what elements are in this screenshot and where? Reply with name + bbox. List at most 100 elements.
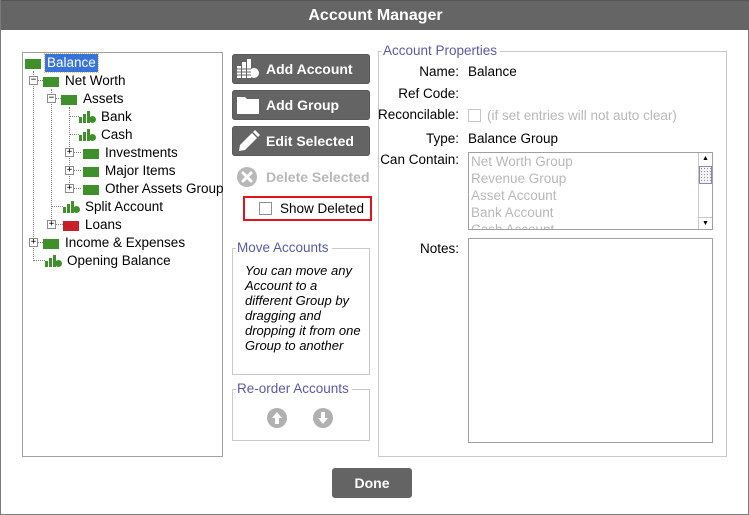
tree-line [73, 170, 81, 171]
reorder-accounts-group: Re-order Accounts [232, 381, 370, 441]
reconcilable-hint: (if set entries will not auto clear) [487, 108, 677, 123]
expand-icon[interactable]: + [65, 148, 74, 157]
notes-label: Notes: [419, 241, 459, 256]
tree-item-label: Bank [101, 109, 132, 124]
reorder-accounts-legend: Re-order Accounts [236, 381, 352, 397]
tree-item-bank[interactable]: Bank [79, 108, 134, 126]
add-account-icon [236, 58, 260, 80]
name-label: Name: [419, 64, 459, 79]
expand-icon[interactable]: + [65, 184, 74, 193]
tree-item-balance[interactable]: Balance [25, 53, 99, 73]
tree-item-label: Loans [85, 217, 122, 232]
notes-textarea[interactable] [468, 238, 713, 443]
tree-item-label: Split Account [85, 199, 164, 214]
tree-item-label: Major Items [105, 163, 176, 178]
done-button[interactable]: Done [332, 468, 412, 498]
show-deleted-toggle[interactable]: Show Deleted [243, 196, 372, 221]
reconcilable-label: Reconcilable: [377, 107, 459, 122]
account-tree[interactable]: Balance − Net Worth − Assets Bank Cash + [22, 52, 226, 457]
type-label: Type: [425, 131, 459, 146]
tree-item-net-worth[interactable]: Net Worth [43, 72, 128, 90]
scroll-thumb[interactable] [699, 166, 712, 184]
name-value: Balance [468, 64, 517, 79]
tree-item-assets[interactable]: Assets [61, 90, 126, 108]
tree-item-income-expenses[interactable]: Income & Expenses [43, 234, 187, 252]
pencil-icon [236, 130, 260, 152]
tree-item-opening-balance[interactable]: Opening Balance [45, 252, 173, 270]
collapse-icon[interactable]: − [29, 76, 38, 85]
list-item[interactable]: Net Worth Group [469, 153, 712, 170]
tree-item-label: Balance [44, 53, 99, 73]
folder-icon [83, 147, 99, 159]
tree-item-label: Cash [101, 127, 133, 142]
expand-icon[interactable]: + [47, 220, 56, 229]
add-account-label: Add Account [266, 61, 353, 77]
list-item[interactable]: Cash Account [469, 221, 712, 229]
folder-open-icon [25, 57, 41, 69]
collapse-icon[interactable]: − [47, 94, 56, 103]
tree-item-cash[interactable]: Cash [79, 126, 135, 144]
tree-item-investments[interactable]: Investments [83, 144, 180, 162]
delete-selected-button[interactable]: Delete Selected [232, 162, 370, 192]
folder-icon [63, 219, 79, 231]
tree-item-label: Income & Expenses [65, 235, 186, 250]
folder-icon [43, 237, 59, 249]
list-item[interactable]: Revenue Group [469, 170, 712, 187]
move-up-button[interactable] [267, 408, 287, 428]
account-properties-legend: Account Properties [382, 43, 501, 59]
tree-item-other-assets-group[interactable]: Other Assets Group [83, 180, 226, 198]
folder-icon [83, 183, 99, 195]
move-accounts-legend: Move Accounts [236, 240, 332, 256]
show-deleted-checkbox[interactable] [259, 202, 272, 215]
ref-code-label: Ref Code: [398, 86, 459, 101]
tree-item-split-account[interactable]: Split Account [63, 198, 165, 216]
arrow-up-icon [272, 412, 282, 424]
account-manager-window: Account Manager Balance − Net Worth − As… [0, 0, 749, 515]
folder-open-icon [43, 75, 59, 87]
folder-icon [236, 94, 260, 116]
listbox-scrollbar[interactable]: ▲ ▼ [698, 153, 712, 229]
scroll-down-arrow-icon[interactable]: ▼ [699, 217, 712, 229]
tree-item-label: Investments [105, 145, 178, 160]
tree-item-label: Assets [83, 91, 124, 106]
expand-icon[interactable]: + [65, 166, 74, 175]
add-account-button[interactable]: Add Account [232, 54, 370, 84]
delete-selected-label: Delete Selected [266, 169, 370, 185]
account-icon [45, 255, 62, 267]
account-icon [79, 129, 96, 141]
list-item[interactable]: Bank Account [469, 204, 712, 221]
tree-line [33, 260, 45, 261]
arrow-down-icon [318, 412, 328, 424]
move-accounts-help-text: You can move any Account to a different … [245, 263, 361, 353]
tree-item-loans[interactable]: Loans [63, 216, 124, 234]
tree-line [69, 134, 79, 135]
tree-line [51, 206, 63, 207]
delete-circle-icon [236, 166, 260, 188]
can-contain-label: Can Contain: [380, 152, 459, 167]
tree-line [73, 188, 81, 189]
move-down-button[interactable] [313, 408, 333, 428]
expand-icon[interactable]: + [29, 238, 38, 247]
window-title: Account Manager [1, 0, 749, 30]
move-accounts-group: Move Accounts You can move any Account t… [232, 240, 370, 375]
account-icon [63, 201, 80, 213]
edit-selected-button[interactable]: Edit Selected [232, 126, 370, 156]
folder-icon [83, 165, 99, 177]
tree-item-label: Opening Balance [67, 253, 171, 268]
reconcilable-checkbox[interactable] [468, 109, 481, 122]
folder-open-icon [61, 93, 77, 105]
tree-line [55, 224, 63, 225]
list-item[interactable]: Asset Account [469, 187, 712, 204]
tree-item-label: Net Worth [65, 73, 126, 88]
account-icon [79, 111, 96, 123]
add-group-button[interactable]: Add Group [232, 90, 370, 120]
tree-line [51, 89, 52, 225]
scroll-up-arrow-icon[interactable]: ▲ [699, 153, 712, 165]
tree-item-major-items[interactable]: Major Items [83, 162, 178, 180]
show-deleted-label: Show Deleted [280, 201, 365, 216]
can-contain-listbox[interactable]: Net Worth Group Revenue Group Asset Acco… [468, 152, 713, 230]
tree-line [69, 116, 79, 117]
add-group-label: Add Group [266, 97, 340, 113]
tree-item-label: Other Assets Group [105, 181, 224, 196]
tree-line [73, 152, 81, 153]
